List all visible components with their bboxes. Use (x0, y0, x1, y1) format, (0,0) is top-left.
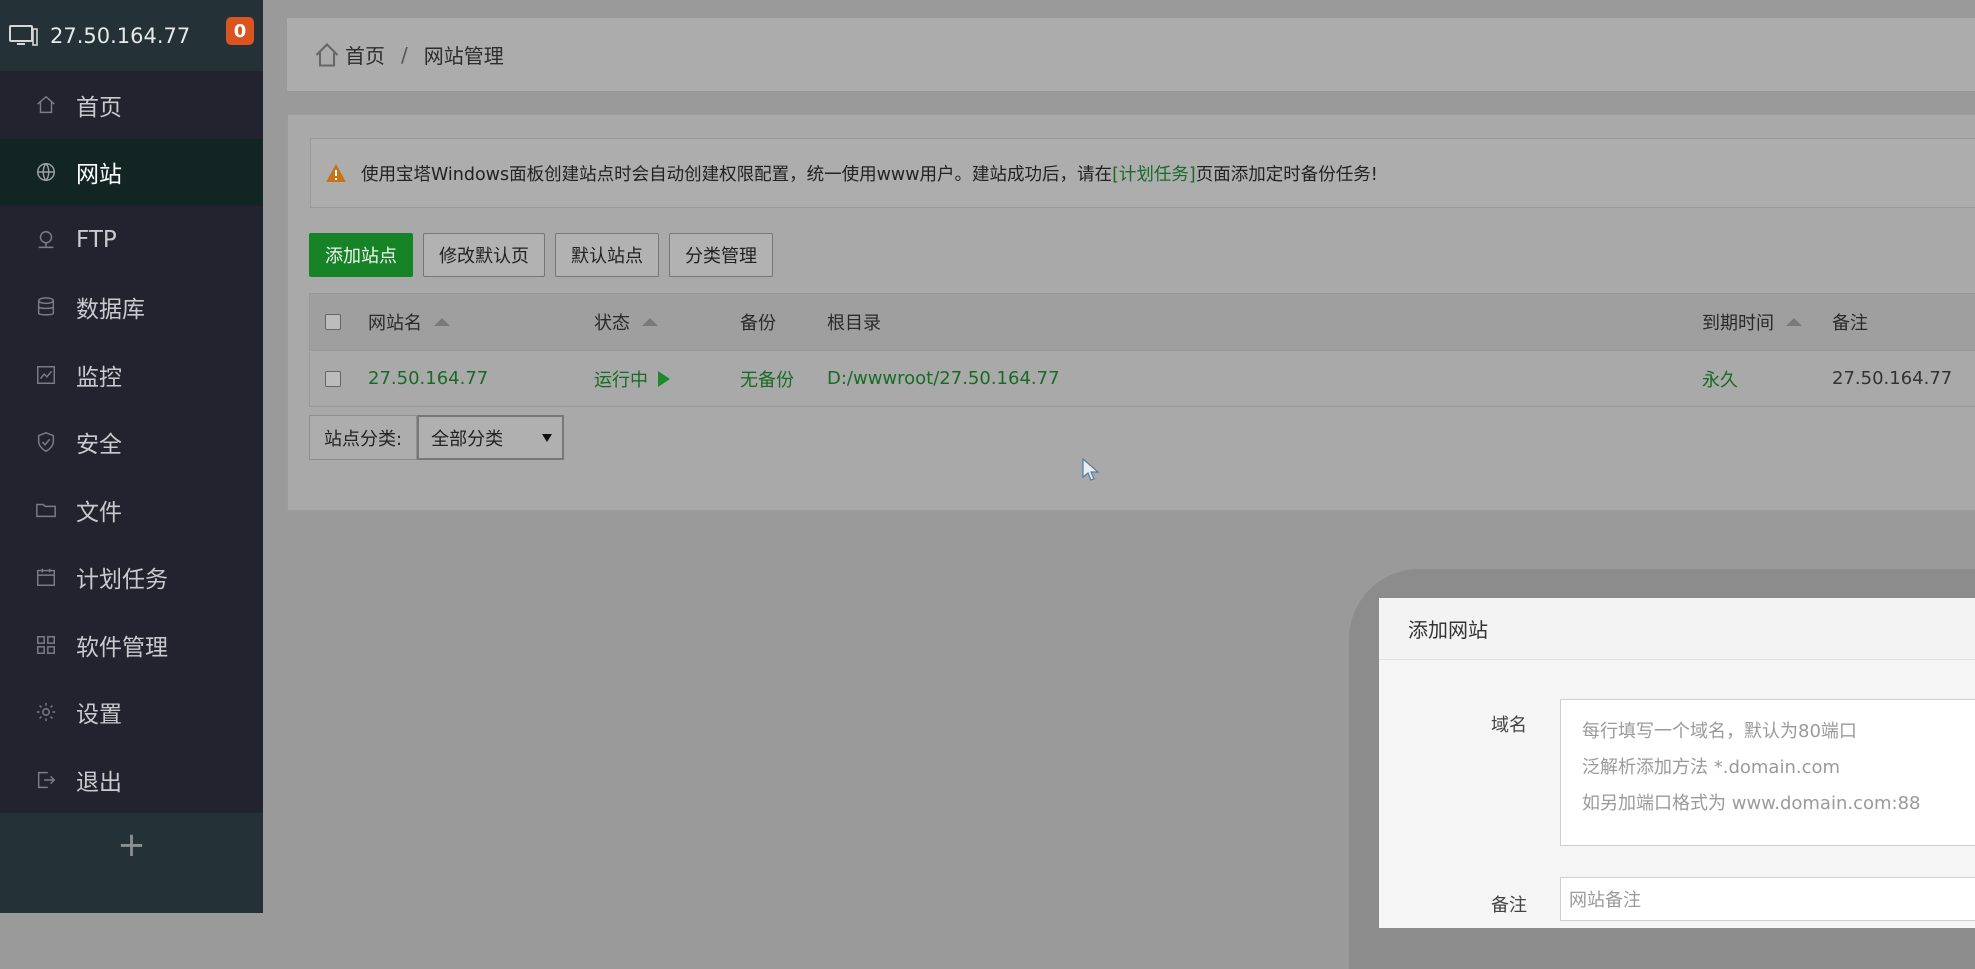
sort-asc-icon (1786, 318, 1802, 326)
header-expire[interactable]: 到期时间 (1702, 294, 1802, 350)
sidebar-item-ftp[interactable]: FTP (0, 206, 263, 274)
notice-bar: 使用宝塔Windows面板创建站点时会自动创建权限配置，统一使用www用户。建站… (310, 138, 1975, 208)
database-icon (34, 295, 58, 319)
sidebar-menu: 首页 网站 FTP 数据库 监控 安全 文件 计划任务 软件管理 设置 退出 (0, 71, 263, 814)
sidebar: 27.50.164.77 0 首页 网站 FTP 数据库 监控 安全 文件 计划… (0, 0, 263, 913)
sidebar-item-label: FTP (76, 226, 117, 253)
computer-icon (9, 24, 38, 46)
folder-icon (34, 498, 58, 522)
header-backup: 备份 (740, 313, 776, 334)
sidebar-item-label: 计划任务 (76, 567, 168, 594)
sidebar-item-monitor[interactable]: 监控 (0, 341, 263, 409)
logout-icon (34, 768, 58, 792)
toolbar: 添加站点 修改默认页 默认站点 分类管理 (309, 233, 773, 277)
site-backup-link[interactable]: 无备份 (740, 351, 794, 406)
play-icon (658, 370, 670, 387)
sidebar-item-label: 首页 (76, 94, 122, 121)
sidebar-item-settings[interactable]: 设置 (0, 679, 263, 747)
home-icon (34, 93, 58, 117)
globe-icon (34, 160, 58, 184)
sort-asc-icon (642, 318, 658, 326)
site-status[interactable]: 运行中 (594, 351, 670, 406)
breadcrumb-home-link[interactable]: 首页 (345, 40, 385, 69)
add-site-button[interactable]: 添加站点 (309, 233, 413, 277)
domain-placeholder-line: 如另加端口格式为 www.domain.com:88 (1582, 793, 1921, 814)
header-site-name[interactable]: 网站名 (368, 294, 450, 350)
category-filter-label: 站点分类: (309, 415, 418, 460)
row-checkbox[interactable] (325, 370, 341, 387)
mouse-cursor-icon (1082, 458, 1100, 481)
sidebar-item-label: 设置 (76, 702, 122, 729)
site-category-filter: 站点分类: 全部分类 (309, 415, 565, 460)
warning-icon (326, 164, 346, 182)
notice-text-end: 页面添加定时备份任务! (1195, 164, 1378, 185)
gear-icon (34, 700, 58, 724)
domain-placeholder-line: 泛解析添加方法 *.domain.com (1582, 757, 1841, 778)
select-all-checkbox[interactable] (325, 314, 341, 330)
domain-textarea[interactable]: 每行填写一个域名，默认为80端口 泛解析添加方法 *.domain.com 如另… (1560, 699, 1975, 846)
sidebar-item-home[interactable]: 首页 (0, 71, 263, 139)
sidebar-item-label: 数据库 (76, 297, 145, 324)
ftp-icon (34, 228, 58, 252)
notification-badge[interactable]: 0 (226, 17, 254, 45)
sidebar-add-button[interactable]: + (0, 813, 263, 913)
sort-asc-icon (434, 318, 450, 326)
cron-task-link[interactable]: [计划任务] (1112, 161, 1196, 186)
dialog-title: 添加网站 (1379, 598, 1975, 660)
sidebar-item-database[interactable]: 数据库 (0, 274, 263, 342)
server-ip: 27.50.164.77 (50, 23, 191, 48)
server-header: 27.50.164.77 0 (0, 0, 263, 71)
add-site-dialog: 添加网站 域名 每行填写一个域名，默认为80端口 泛解析添加方法 *.domai… (1379, 598, 1975, 928)
sidebar-item-files[interactable]: 文件 (0, 476, 263, 544)
dropdown-arrow-icon (542, 434, 553, 442)
note-input[interactable]: 网站备注 (1560, 877, 1975, 921)
breadcrumb: 首页 / 网站管理 (287, 18, 1975, 92)
grid-icon (34, 633, 58, 657)
calendar-icon (34, 565, 58, 589)
category-select[interactable]: 全部分类 (417, 415, 565, 460)
sidebar-item-label: 文件 (76, 499, 122, 526)
sidebar-item-software[interactable]: 软件管理 (0, 611, 263, 679)
site-expire-link[interactable]: 永久 (1702, 351, 1738, 406)
breadcrumb-separator: / (401, 42, 408, 67)
site-note[interactable]: 27.50.164.77 (1832, 351, 1952, 406)
home-icon[interactable] (313, 41, 341, 69)
domain-label: 域名 (1491, 715, 1527, 736)
default-site-button[interactable]: 默认站点 (555, 233, 659, 277)
sidebar-item-label: 监控 (76, 364, 122, 391)
site-table: 网站名 状态 备份 根目录 到期时间 备注 27.50.164.77 运行中 无… (309, 293, 1975, 407)
domain-placeholder-line: 每行填写一个域名，默认为80端口 (1582, 721, 1857, 742)
header-status[interactable]: 状态 (594, 294, 658, 350)
header-note: 备注 (1832, 313, 1868, 334)
plus-icon: + (117, 825, 146, 865)
category-selected-value: 全部分类 (431, 428, 504, 450)
table-row: 27.50.164.77 运行中 无备份 D:/wwwroot/27.50.16… (310, 350, 1975, 406)
monitor-icon (34, 363, 58, 387)
sidebar-item-website[interactable]: 网站 (0, 138, 263, 206)
sidebar-item-label: 退出 (76, 769, 122, 796)
sidebar-item-label: 软件管理 (76, 634, 168, 661)
note-label: 备注 (1491, 895, 1527, 916)
sidebar-item-security[interactable]: 安全 (0, 409, 263, 477)
shield-icon (34, 430, 58, 454)
sidebar-item-logout[interactable]: 退出 (0, 746, 263, 814)
sidebar-item-cron[interactable]: 计划任务 (0, 544, 263, 612)
table-header: 网站名 状态 备份 根目录 到期时间 备注 (310, 294, 1975, 350)
notice-text: 使用宝塔Windows面板创建站点时会自动创建权限配置，统一使用www用户。建站… (361, 164, 1113, 185)
sidebar-item-label: 安全 (76, 432, 122, 459)
category-management-button[interactable]: 分类管理 (669, 233, 773, 277)
site-name-link[interactable]: 27.50.164.77 (368, 351, 488, 406)
sidebar-item-label: 网站 (76, 162, 122, 189)
header-root: 根目录 (827, 313, 881, 334)
modify-default-page-button[interactable]: 修改默认页 (423, 233, 545, 277)
site-management-panel: 使用宝塔Windows面板创建站点时会自动创建权限配置，统一使用www用户。建站… (287, 114, 1975, 511)
site-root-link[interactable]: D:/wwwroot/27.50.164.77 (827, 351, 1060, 406)
breadcrumb-current: 网站管理 (423, 44, 504, 68)
